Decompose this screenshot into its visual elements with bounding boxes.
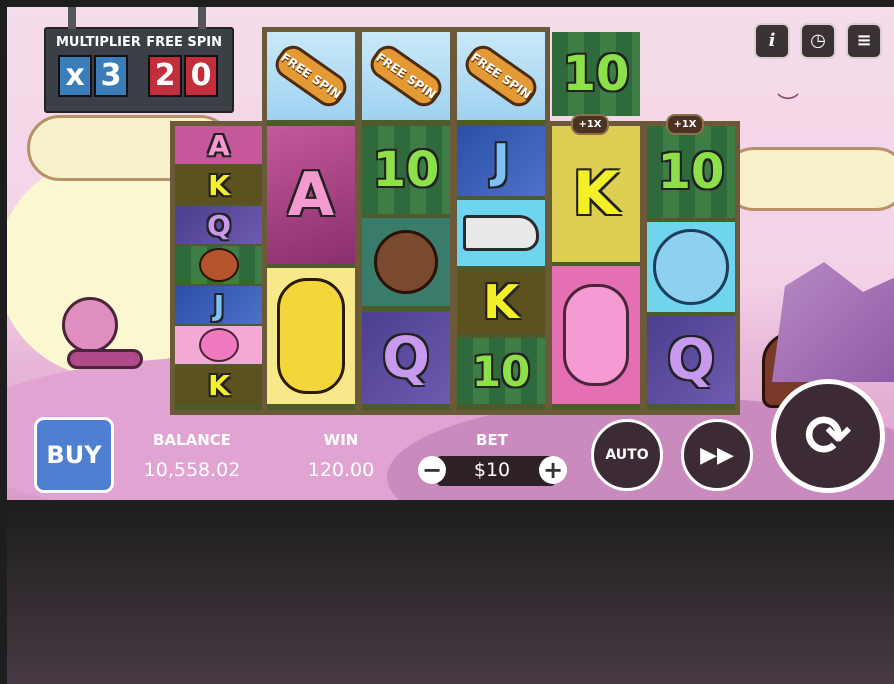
history-icon: ◷ bbox=[810, 30, 826, 51]
symbol-j: J bbox=[492, 134, 510, 188]
crystal-rocks bbox=[772, 262, 894, 382]
game-stage: ︶ MULTIPLIER FREE SPIN x 3 2 0 i ◷ ≡ A K… bbox=[7, 7, 894, 500]
free-spin-digit: 0 bbox=[184, 55, 218, 97]
spin-button[interactable]: ⟳ bbox=[771, 379, 885, 493]
symbol-k: K bbox=[572, 159, 620, 229]
symbol-cell bbox=[175, 246, 263, 284]
symbol-cell: A bbox=[267, 126, 355, 264]
bet-decrease-button[interactable]: − bbox=[418, 456, 446, 484]
fast-forward-icon: ▶▶ bbox=[700, 442, 734, 468]
symbol-cell: 10 bbox=[457, 338, 545, 404]
surfboard-free-spin: FREE SPIN bbox=[365, 40, 447, 112]
menu-icon: ≡ bbox=[856, 30, 872, 51]
board-hanger bbox=[68, 7, 76, 29]
floor-reflection bbox=[7, 504, 894, 684]
symbol-cell: Q bbox=[362, 312, 450, 404]
free-spin-symbol: FREE SPIN bbox=[362, 32, 450, 120]
reel-2: FREE SPIN A bbox=[262, 27, 360, 415]
reel-1: A K Q J K bbox=[170, 121, 268, 415]
multiplier-label: MULTIPLIER bbox=[56, 35, 141, 50]
symbol-cell: K bbox=[175, 366, 263, 404]
symbol-cell: J bbox=[175, 286, 263, 324]
bet-increase-button[interactable]: + bbox=[539, 456, 567, 484]
symbol-q: Q bbox=[667, 327, 715, 393]
symbol-cell bbox=[552, 266, 640, 404]
symbol-cell: Q bbox=[647, 316, 735, 404]
win-value: 120.00 bbox=[307, 459, 375, 481]
yellow-dog-symbol bbox=[277, 278, 345, 394]
buy-feature-button[interactable]: BUY bbox=[34, 417, 114, 493]
cloud bbox=[722, 147, 894, 211]
reel-6: 10 Q bbox=[642, 121, 740, 415]
symbol-cell bbox=[267, 268, 355, 404]
balance-value: 10,558.02 bbox=[143, 459, 241, 481]
win-label: WIN bbox=[323, 431, 359, 449]
symbol-cell bbox=[362, 218, 450, 306]
symbol-q: Q bbox=[207, 208, 231, 242]
info-button[interactable]: i bbox=[754, 23, 790, 59]
reflection-image bbox=[7, 504, 894, 684]
reel-4: FREE SPIN J K 10 bbox=[452, 27, 550, 415]
symbol-10: 10 bbox=[471, 346, 531, 396]
symbol-10: 10 bbox=[372, 142, 440, 198]
bet-value: $10 bbox=[473, 459, 511, 481]
free-spin-symbol: FREE SPIN bbox=[457, 32, 545, 120]
symbol-cell: K bbox=[457, 270, 545, 334]
symbol-cell: Q bbox=[175, 206, 263, 244]
symbol-k: K bbox=[208, 168, 230, 202]
dolphin-symbol bbox=[199, 328, 239, 362]
symbol-k: K bbox=[483, 275, 519, 329]
reel-multiplier-badge: +1X bbox=[666, 114, 704, 135]
history-button[interactable]: ◷ bbox=[800, 23, 836, 59]
speedboat-symbol bbox=[463, 215, 539, 251]
surfboard-free-spin: FREE SPIN bbox=[270, 40, 352, 112]
surfboard-free-spin: FREE SPIN bbox=[460, 40, 542, 112]
multiplier-value: 3 bbox=[94, 55, 128, 97]
symbol-cell bbox=[457, 200, 545, 266]
pink-dolphin-symbol bbox=[563, 284, 629, 386]
auto-label: AUTO bbox=[605, 447, 649, 463]
symbol-j: J bbox=[213, 288, 225, 322]
symbol-k: K bbox=[208, 368, 230, 402]
bet-label: BET bbox=[476, 431, 508, 449]
symbol-cell: 10 bbox=[552, 32, 640, 116]
bird-icon: ︶ bbox=[777, 93, 800, 118]
free-spin-digit: 2 bbox=[148, 55, 182, 97]
multiplier-x: x bbox=[58, 55, 92, 97]
symbol-cell: J bbox=[457, 126, 545, 196]
spin-icon: ⟳ bbox=[804, 403, 852, 469]
symbol-cell bbox=[175, 326, 263, 364]
multiplier-freespin-board: MULTIPLIER FREE SPIN x 3 2 0 bbox=[44, 7, 234, 113]
reel-3: FREE SPIN 10 Q bbox=[357, 27, 455, 415]
symbol-a: A bbox=[208, 128, 230, 162]
symbol-cell: 10 bbox=[647, 126, 735, 218]
coconut-symbol bbox=[374, 230, 438, 294]
info-icon: i bbox=[768, 30, 776, 51]
board-hanger bbox=[198, 7, 206, 29]
auto-spin-button[interactable]: AUTO bbox=[591, 419, 663, 491]
symbol-10: 10 bbox=[657, 144, 725, 200]
balance-label: BALANCE bbox=[152, 431, 232, 449]
buy-label: BUY bbox=[46, 441, 102, 469]
symbol-cell: K bbox=[552, 126, 640, 262]
blue-bird-symbol bbox=[653, 229, 729, 305]
symbol-a: A bbox=[287, 160, 335, 230]
surfboard bbox=[67, 349, 143, 369]
reel-multiplier-badge: +1X bbox=[571, 114, 609, 135]
reel-5: K bbox=[547, 121, 645, 415]
fast-forward-button[interactable]: ▶▶ bbox=[681, 419, 753, 491]
free-spin-symbol: FREE SPIN bbox=[267, 32, 355, 120]
symbol-10: 10 bbox=[562, 46, 630, 102]
pig-surfer bbox=[62, 297, 118, 353]
symbol-q: Q bbox=[382, 325, 430, 391]
symbol-cell: K bbox=[175, 166, 263, 204]
symbol-cell bbox=[647, 222, 735, 312]
symbol-cell: 10 bbox=[362, 126, 450, 214]
free-spin-label: FREE SPIN bbox=[146, 35, 222, 50]
dog-head-symbol bbox=[199, 248, 239, 282]
menu-button[interactable]: ≡ bbox=[846, 23, 882, 59]
symbol-cell: A bbox=[175, 126, 263, 164]
